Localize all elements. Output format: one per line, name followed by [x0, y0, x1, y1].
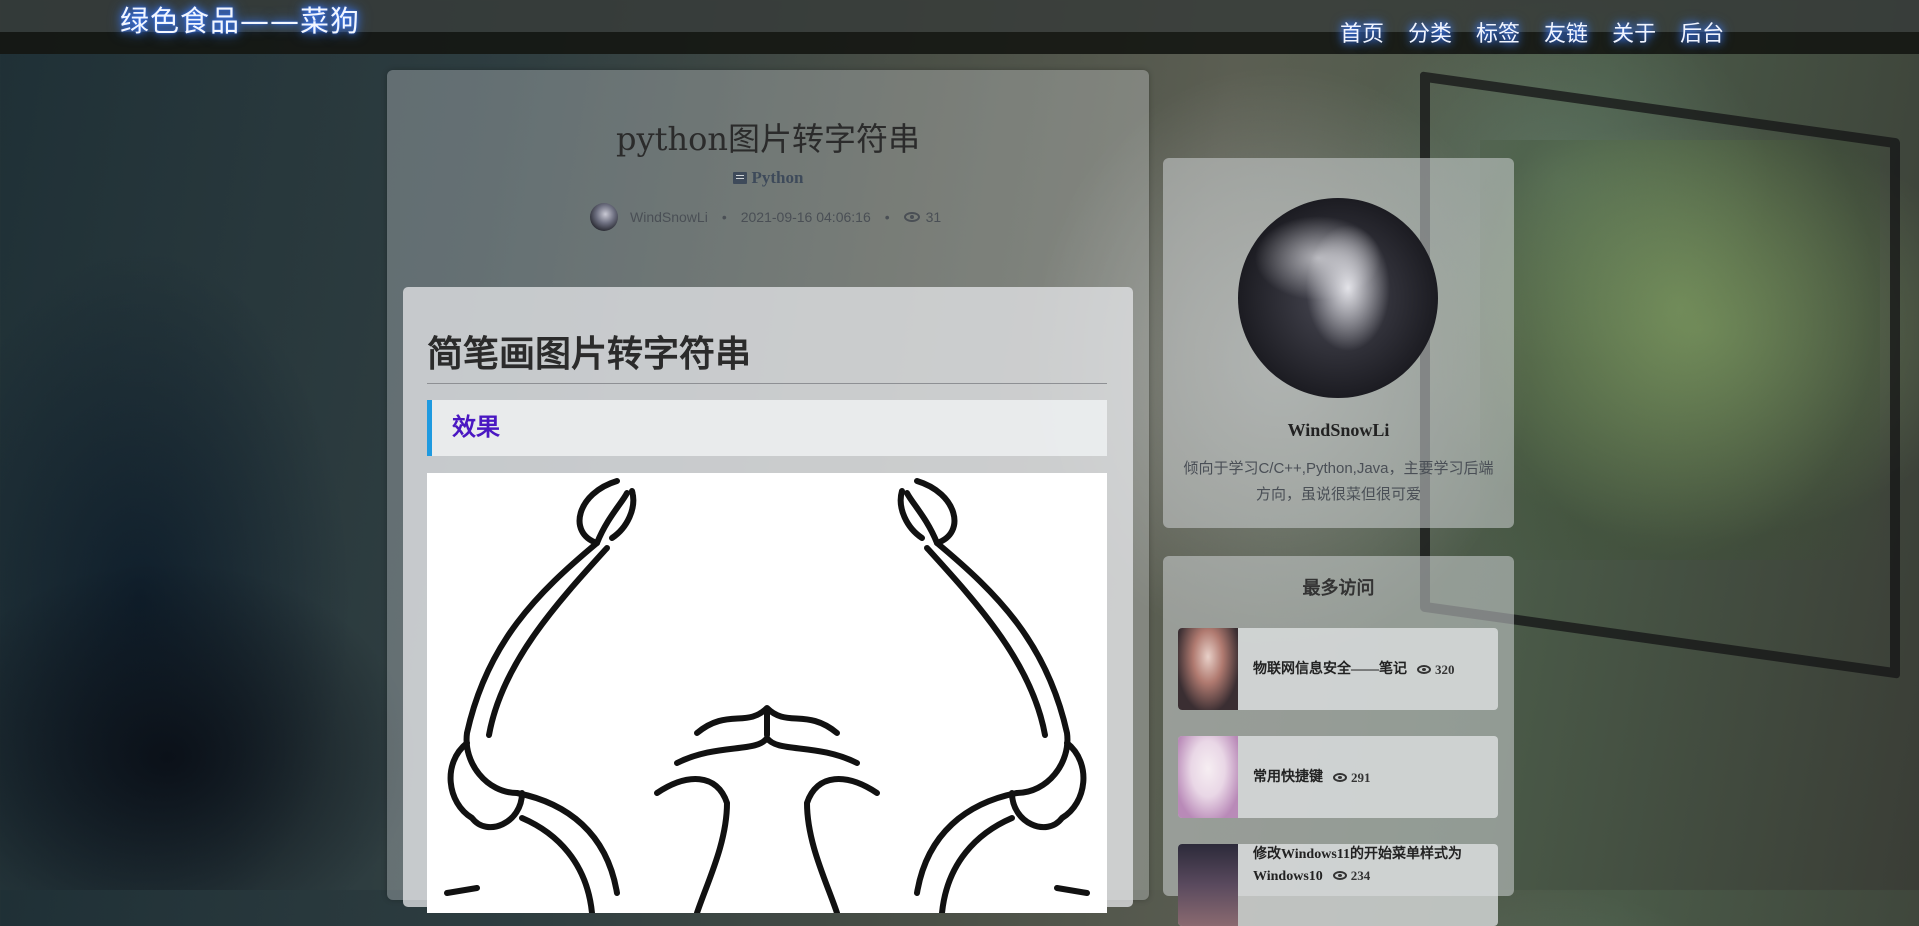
popular-post-item[interactable]: 修改Windows11的开始菜单样式为Windows10 234 [1178, 844, 1498, 926]
heading-divider [427, 383, 1107, 384]
nav-tags[interactable]: 标签 [1476, 16, 1520, 48]
author-avatar[interactable] [590, 203, 618, 231]
nav-categories[interactable]: 分类 [1408, 16, 1452, 48]
profile-avatar[interactable] [1238, 198, 1438, 398]
article-card: python图片转字符串 Python WindSnowLi • 2021-09… [387, 70, 1149, 913]
eye-icon [1332, 871, 1347, 880]
most-visited-card: 最多访问 物联网信息安全——笔记 320 常用快捷键 291 修改Windows… [1163, 556, 1514, 926]
popular-post-views: 291 [1351, 769, 1371, 785]
nav-about[interactable]: 关于 [1612, 16, 1656, 48]
meta-separator: • [884, 209, 890, 225]
nav-admin[interactable]: 后台 [1680, 16, 1724, 48]
crab-sketch-image [427, 473, 1107, 913]
list-icon [732, 172, 747, 184]
background-seat-shadow [0, 560, 420, 890]
site-title[interactable]: 绿色食品——菜狗 [120, 0, 360, 40]
popular-post-item[interactable]: 物联网信息安全——笔记 320 [1178, 628, 1498, 710]
post-views: 31 [925, 209, 942, 225]
meta-separator: • [721, 209, 727, 225]
popular-post-views: 320 [1435, 661, 1455, 677]
post-author[interactable]: WindSnowLi [630, 209, 708, 225]
nav-friend-links[interactable]: 友链 [1544, 16, 1588, 48]
post-date: 2021-09-16 04:06:16 [740, 209, 871, 225]
profile-name: WindSnowLi [1287, 420, 1390, 440]
popular-post-views: 234 [1350, 868, 1371, 883]
popular-post-title: 常用快捷键 [1253, 769, 1323, 785]
content-heading: 简笔画图片转字符串 [427, 334, 752, 375]
profile-bio: 倾向于学习C/C++,Python,Java，主要学习后端方向，虽说很菜但很可爱 [1183, 460, 1494, 503]
post-category[interactable]: Python [387, 168, 1149, 188]
post-title: python图片转字符串 [616, 120, 920, 158]
post-thumbnail [1178, 844, 1238, 926]
popular-post-title: 物联网信息安全——笔记 [1253, 661, 1407, 677]
post-meta: WindSnowLi • 2021-09-16 04:06:16 • 31 [590, 202, 941, 232]
article-content: 简笔画图片转字符串 效果 [403, 287, 1133, 913]
post-thumbnail [1178, 736, 1238, 818]
main-nav: 首页 分类 标签 友链 关于 后台 [1340, 16, 1748, 48]
nav-home[interactable]: 首页 [1340, 16, 1384, 48]
profile-card: WindSnowLi 倾向于学习C/C++,Python,Java，主要学习后端… [1163, 158, 1514, 528]
post-thumbnail [1178, 628, 1238, 710]
eye-icon [1417, 664, 1431, 674]
eye-icon [1333, 772, 1347, 782]
section-heading: 效果 [427, 400, 1107, 456]
eye-icon [903, 212, 920, 222]
post-category-label: Python [751, 168, 804, 187]
most-visited-title: 最多访问 [1302, 578, 1375, 599]
popular-post-item[interactable]: 常用快捷键 291 [1178, 736, 1498, 818]
